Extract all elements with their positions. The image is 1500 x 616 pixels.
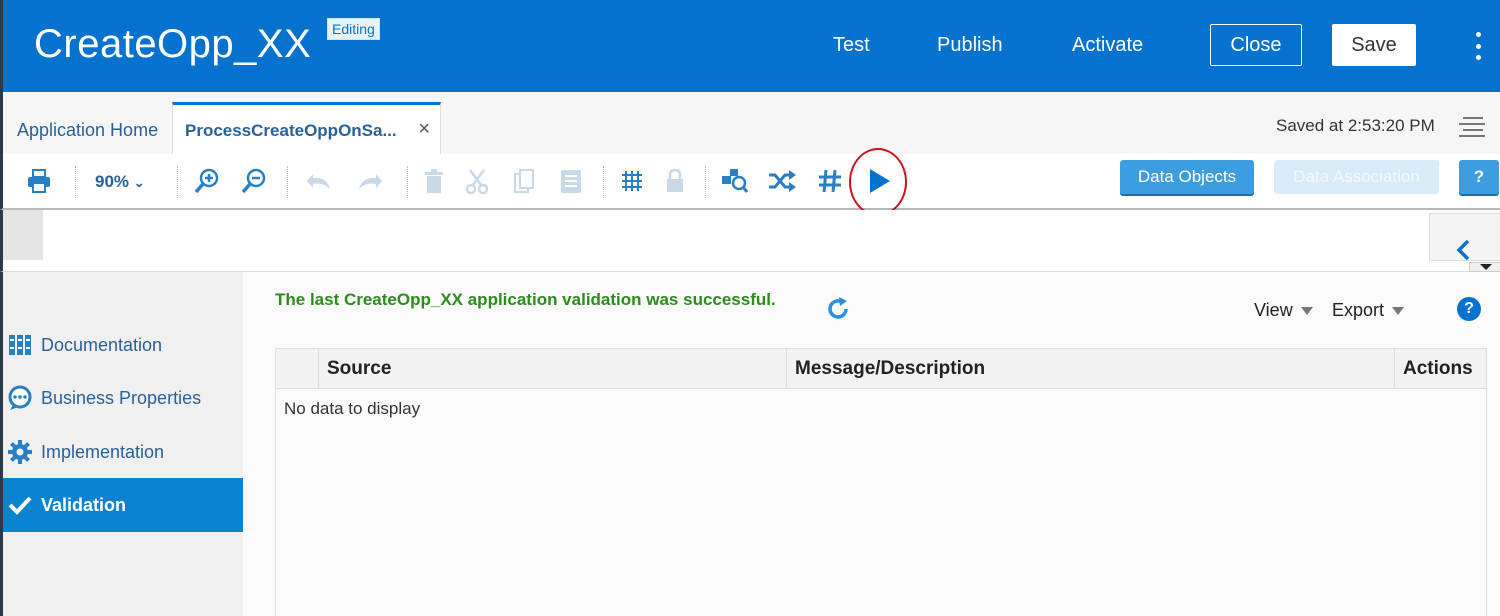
separator — [705, 166, 706, 198]
tab-process[interactable]: ProcessCreateOppOnSa... × — [172, 102, 441, 154]
data-association-button[interactable]: Data Association — [1274, 160, 1439, 194]
nav-item-business-properties[interactable]: Business Properties — [3, 371, 243, 425]
view-menu[interactable]: View — [1254, 300, 1313, 321]
find-icon[interactable] — [719, 166, 749, 196]
editing-badge: Editing — [327, 18, 380, 40]
redo-icon[interactable] — [356, 166, 386, 196]
close-button[interactable]: Close — [1210, 24, 1302, 66]
gear-icon — [7, 439, 33, 465]
nav-item-label: Validation — [41, 494, 127, 515]
caret-down-icon — [1480, 264, 1492, 270]
saved-status: Saved at 2:53:20 PM — [1276, 116, 1435, 135]
column-header-message[interactable]: Message/Description — [786, 349, 1394, 389]
print-icon[interactable] — [24, 166, 54, 196]
nav-item-validation[interactable]: Validation — [3, 478, 243, 532]
save-button[interactable]: Save — [1332, 24, 1416, 66]
lock-icon[interactable] — [660, 166, 690, 196]
zoom-value: 90% — [95, 172, 130, 191]
canvas-area[interactable] — [0, 210, 1500, 272]
tab-application-home[interactable]: Application Home — [17, 120, 158, 141]
hash-icon[interactable] — [815, 166, 845, 196]
publish-link[interactable]: Publish — [937, 34, 1003, 57]
test-link[interactable]: Test — [833, 34, 870, 57]
close-tab-icon[interactable]: × — [418, 118, 430, 141]
chevron-down-icon: ⌄ — [133, 175, 145, 190]
validation-content: The last CreateOpp_XX application valida… — [243, 272, 1500, 616]
collapse-panel-button[interactable] — [1429, 213, 1500, 261]
expand-down-button[interactable] — [1469, 262, 1500, 272]
activate-link[interactable]: Activate — [1072, 34, 1143, 57]
data-objects-button[interactable]: Data Objects — [1120, 160, 1254, 194]
help-icon[interactable]: ? — [1457, 297, 1481, 321]
toolbar: 90% ⌄ Data Objects Data Association ? — [0, 148, 1500, 216]
left-nav: Documentation Business Properties Implem… — [3, 272, 243, 616]
undo-icon[interactable] — [303, 166, 333, 196]
select-column-header — [276, 349, 318, 389]
separator — [407, 166, 408, 198]
separator — [75, 166, 76, 198]
nav-item-implementation[interactable]: Implementation — [3, 425, 243, 479]
shuffle-icon[interactable] — [767, 166, 797, 196]
zoom-select[interactable]: 90% ⌄ — [95, 172, 145, 192]
refresh-icon[interactable] — [825, 296, 851, 327]
chevron-left-icon — [1456, 239, 1470, 261]
caret-down-icon — [1300, 307, 1313, 316]
separator — [177, 166, 178, 198]
tab-process-label: ProcessCreateOppOnSa... — [185, 121, 397, 140]
canvas-scroll-region — [3, 210, 43, 260]
table-header: Source Message/Description Actions — [276, 349, 1486, 389]
separator — [603, 166, 604, 198]
nav-item-documentation[interactable]: Documentation — [3, 318, 243, 372]
check-icon — [7, 492, 33, 518]
documentation-icon — [7, 332, 33, 358]
column-header-source[interactable]: Source — [318, 349, 786, 389]
tabs-row: Application Home ProcessCreateOppOnSa...… — [0, 92, 1500, 154]
caret-down-icon — [1392, 307, 1405, 316]
toolbar-help-button[interactable]: ? — [1459, 160, 1499, 194]
app-header: CreateOpp_XX Editing Test Publish Activa… — [0, 0, 1500, 92]
business-properties-icon — [7, 385, 33, 411]
separator — [287, 166, 288, 198]
column-header-actions[interactable]: Actions — [1394, 349, 1486, 389]
properties-panel: Documentation Business Properties Implem… — [0, 272, 1500, 616]
export-menu[interactable]: Export — [1332, 300, 1405, 321]
validation-success-message: The last CreateOpp_XX application valida… — [275, 290, 776, 309]
validation-table: Source Message/Description Actions No da… — [275, 348, 1487, 616]
cut-icon[interactable] — [462, 166, 492, 196]
highlight-circle — [849, 148, 907, 216]
grid-icon[interactable] — [617, 166, 647, 196]
zoom-out-icon[interactable] — [239, 166, 269, 196]
paste-icon[interactable] — [556, 166, 586, 196]
export-label: Export — [1332, 300, 1385, 320]
copy-icon[interactable] — [509, 166, 539, 196]
zoom-in-icon[interactable] — [192, 166, 222, 196]
nav-item-label: Implementation — [41, 441, 165, 462]
nav-item-label: Business Properties — [41, 387, 202, 408]
more-options-icon[interactable] — [1473, 32, 1483, 60]
nav-item-label: Documentation — [41, 334, 163, 355]
empty-table-message: No data to display — [284, 399, 421, 418]
view-label: View — [1254, 300, 1293, 320]
delete-icon[interactable] — [419, 166, 449, 196]
app-title: CreateOpp_XX — [34, 22, 312, 66]
menu-icon[interactable] — [1459, 117, 1485, 137]
